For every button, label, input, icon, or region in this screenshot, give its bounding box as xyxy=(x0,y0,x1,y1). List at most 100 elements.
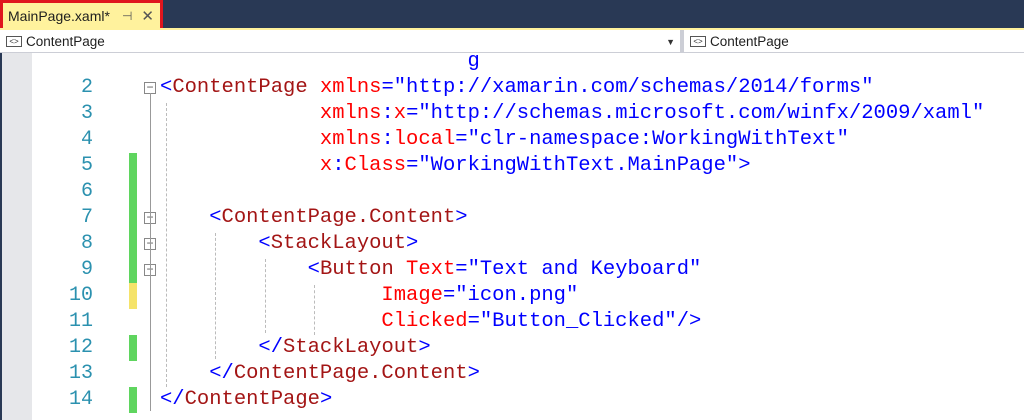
code-token: ="Button_Clicked"/> xyxy=(467,310,702,333)
outline-line xyxy=(150,93,151,411)
element-icon: <> xyxy=(6,36,22,47)
tab-title: MainPage.xaml* xyxy=(8,7,110,24)
code-line[interactable]: 13 </ContentPage.Content> xyxy=(32,361,1024,387)
code-token: ContentPage.Content xyxy=(233,362,468,385)
code-token: Image xyxy=(160,284,443,307)
code-token: xmlns xyxy=(160,128,382,151)
code-line[interactable]: 5 x:Class="WorkingWithText.MainPage"> xyxy=(32,153,1024,179)
code-line[interactable]: 4 xmlns:local="clr-namespace:WorkingWith… xyxy=(32,127,1024,153)
code-token: xmlns xyxy=(307,76,382,99)
code-token: </ xyxy=(160,388,185,411)
code-token: ="http://schemas.microsoft.com/winfx/200… xyxy=(406,102,985,125)
line-number: 2 xyxy=(80,76,93,99)
element-icon: <> xyxy=(690,36,706,47)
code-token: ="http://xamarin.com/schemas/2014/forms" xyxy=(381,76,874,99)
code-token: Text xyxy=(393,258,456,281)
line-number: 4 xyxy=(80,128,93,151)
code-token: ContentPage xyxy=(172,76,308,99)
line-number: 5 xyxy=(80,154,93,177)
indent-guide xyxy=(215,233,217,359)
code-text: <ContentPage.Content> xyxy=(160,205,468,231)
member-dropdown-value: ContentPage xyxy=(710,34,789,49)
code-token: > xyxy=(467,362,480,385)
modified-change-marker xyxy=(129,283,137,309)
code-line[interactable]: 8− <StackLayout> xyxy=(32,231,1024,257)
code-token: g xyxy=(160,50,480,73)
code-token: : xyxy=(381,128,394,151)
added-change-marker xyxy=(129,179,137,205)
line-number: 9 xyxy=(80,258,93,281)
indent-guide xyxy=(264,259,266,333)
code-line[interactable]: 2− <ContentPage xmlns="http://xamarin.com… xyxy=(32,75,1024,101)
code-line[interactable]: 6 xyxy=(32,179,1024,205)
line-number: 3 xyxy=(80,102,93,125)
code-text: <ContentPage xmlns="http://xamarin.com/s… xyxy=(160,75,874,101)
dropdown-arrow-icon[interactable]: ▼ xyxy=(666,37,675,47)
added-change-marker xyxy=(129,335,137,361)
code-line[interactable]: 14 </ContentPage> xyxy=(32,387,1024,413)
code-token: < xyxy=(160,206,222,229)
line-number: 7 xyxy=(80,206,93,229)
code-text: xmlns:x="http://schemas.microsoft.com/wi… xyxy=(160,101,984,127)
added-change-marker xyxy=(129,153,137,179)
line-number: 6 xyxy=(80,180,93,203)
code-token: > xyxy=(455,206,468,229)
code-token: ="Text and Keyboard" xyxy=(455,258,702,281)
pin-icon[interactable]: ⊣ xyxy=(122,9,132,23)
added-change-marker xyxy=(129,205,137,231)
code-line[interactable]: 9− <Button Text="Text and Keyboard" xyxy=(32,257,1024,283)
code-line[interactable]: g xyxy=(32,49,1024,75)
code-token: Class xyxy=(344,154,407,177)
code-text: xmlns:local="clr-namespace:WorkingWithTe… xyxy=(160,127,849,153)
line-number: 13 xyxy=(68,362,93,385)
code-text: <StackLayout> xyxy=(160,231,418,257)
code-token: ContentPage xyxy=(184,388,320,411)
code-text: </StackLayout> xyxy=(160,335,431,361)
indent-guide xyxy=(313,285,315,335)
code-token: xmlns xyxy=(160,102,382,125)
code-token: </ xyxy=(160,336,284,359)
close-icon[interactable]: ✕ xyxy=(141,7,154,25)
indicator-margin xyxy=(0,53,32,420)
code-token: : xyxy=(332,154,345,177)
code-text: </ContentPage> xyxy=(160,387,332,413)
type-dropdown-value: ContentPage xyxy=(26,34,105,49)
code-line[interactable]: 11 Clicked="Button_Clicked"/> xyxy=(32,309,1024,335)
code-token: < xyxy=(160,76,173,99)
code-text: <Button Text="Text and Keyboard" xyxy=(160,257,702,283)
code-token: x xyxy=(160,154,333,177)
line-number: 8 xyxy=(80,232,93,255)
code-token: StackLayout xyxy=(270,232,407,255)
code-line[interactable]: 12 </StackLayout> xyxy=(32,335,1024,361)
line-number: 14 xyxy=(68,388,93,411)
code-token: : xyxy=(381,102,394,125)
code-text: Clicked="Button_Clicked"/> xyxy=(160,309,701,335)
code-text: g xyxy=(160,49,480,75)
code-token: > xyxy=(406,232,419,255)
code-token: > xyxy=(418,336,431,359)
code-token: < xyxy=(160,258,320,281)
code-line[interactable]: 7− <ContentPage.Content> xyxy=(32,205,1024,231)
code-token: Button xyxy=(319,258,394,281)
code-token: > xyxy=(319,388,333,411)
line-number: 11 xyxy=(68,310,93,333)
line-number: 10 xyxy=(68,284,93,307)
added-change-marker xyxy=(129,231,137,257)
code-token: local xyxy=(393,128,456,151)
code-text: Image="icon.png" xyxy=(160,283,578,309)
added-change-marker xyxy=(129,387,137,413)
code-line[interactable]: 10 Image="icon.png" xyxy=(32,283,1024,309)
code-line[interactable]: 3 xmlns:x="http://schemas.microsoft.com/… xyxy=(32,101,1024,127)
line-number: 12 xyxy=(68,336,93,359)
code-token: x xyxy=(393,102,407,125)
indent-guide xyxy=(166,103,168,387)
code-token: ="WorkingWithText.MainPage"> xyxy=(406,154,751,177)
code-token: ContentPage.Content xyxy=(221,206,456,229)
code-text: x:Class="WorkingWithText.MainPage"> xyxy=(160,153,751,179)
code-token: ="clr-namespace:WorkingWithText" xyxy=(455,128,849,151)
code-token: StackLayout xyxy=(283,336,419,359)
code-token: ="icon.png" xyxy=(442,284,579,307)
code-token: </ xyxy=(160,362,234,385)
tab-mainpage-xaml[interactable]: MainPage.xaml* ⊣ ✕ xyxy=(0,0,163,31)
added-change-marker xyxy=(129,257,137,283)
